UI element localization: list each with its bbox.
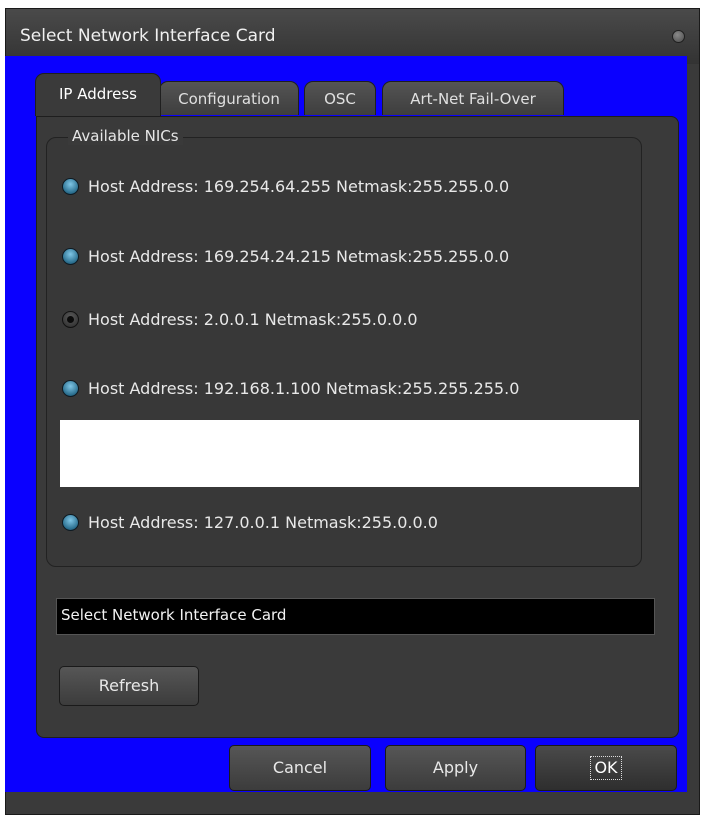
close-icon[interactable] [672, 30, 685, 43]
blank-nic-row [60, 420, 639, 487]
nic-label: Host Address: 169.254.24.215 Netmask:255… [88, 246, 510, 266]
tab-art-net-fail-over[interactable]: Art-Net Fail-Over [382, 81, 564, 115]
status-field: Select Network Interface Card [56, 598, 655, 635]
nic-label: Host Address: 2.0.0.1 Netmask:255.0.0.0 [88, 309, 418, 329]
window-title: Select Network Interface Card [20, 26, 276, 46]
tab-configuration[interactable]: Configuration [159, 81, 299, 115]
apply-button[interactable]: Apply [385, 745, 526, 791]
cancel-button[interactable]: Cancel [229, 745, 371, 791]
nic-label: Host Address: 192.168.1.100 Netmask:255.… [88, 378, 520, 398]
ok-button[interactable]: OK [535, 745, 677, 791]
refresh-button[interactable]: Refresh [59, 666, 199, 706]
ok-button-label: OK [590, 756, 622, 780]
nic-option-selected[interactable]: Host Address: 2.0.0.1 Netmask:255.0.0.0 [62, 307, 418, 331]
available-nics-group [46, 137, 642, 567]
nic-option[interactable]: Host Address: 169.254.24.215 Netmask:255… [62, 244, 509, 268]
nic-label: Host Address: 169.254.64.255 Netmask:255… [88, 176, 510, 196]
group-label: Available NICs [68, 127, 183, 145]
tab-osc[interactable]: OSC [304, 81, 376, 115]
nic-label: Host Address: 127.0.0.1 Netmask:255.0.0.… [88, 512, 438, 532]
nic-option[interactable]: Host Address: 127.0.0.1 Netmask:255.0.0.… [62, 510, 438, 534]
nic-option[interactable]: Host Address: 169.254.64.255 Netmask:255… [62, 174, 509, 198]
radio-icon[interactable] [62, 379, 79, 397]
radio-checked-icon[interactable] [62, 310, 79, 328]
radio-icon[interactable] [62, 247, 79, 265]
radio-icon[interactable] [62, 513, 79, 531]
tab-ip-address[interactable]: IP Address [35, 73, 161, 116]
nic-option[interactable]: Host Address: 192.168.1.100 Netmask:255.… [62, 376, 519, 400]
radio-icon[interactable] [62, 177, 79, 195]
